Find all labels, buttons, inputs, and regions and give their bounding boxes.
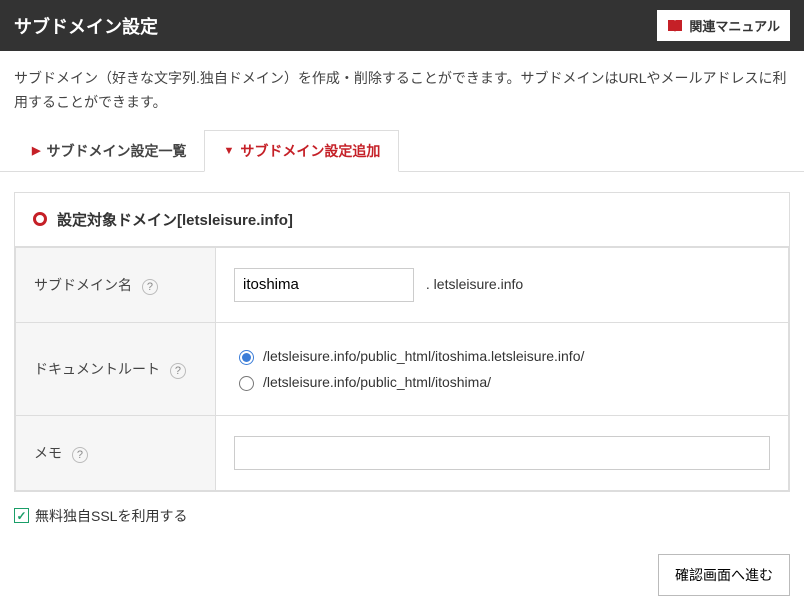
tab-label: サブドメイン設定一覧 [46, 141, 186, 161]
checkbox-checked-icon[interactable]: ✓ [14, 508, 29, 523]
docroot-option-text: /letsleisure.info/public_html/itoshima.l… [263, 348, 584, 364]
manual-button[interactable]: 関連マニュアル [657, 10, 790, 41]
tab-subdomain-list[interactable]: ▶ サブドメイン設定一覧 [14, 130, 204, 172]
bullet-icon [33, 212, 47, 226]
chevron-down-icon: ▼ [223, 145, 234, 157]
chevron-right-icon: ▶ [32, 144, 40, 157]
confirm-button[interactable]: 確認画面へ進む [658, 554, 790, 596]
description-text: サブドメイン（好きな文字列.独自ドメイン）を作成・削除することができます。サブド… [0, 51, 804, 129]
docroot-radio-1[interactable] [239, 350, 254, 365]
docroot-label: ドキュメントルート [34, 361, 160, 377]
docroot-option-2[interactable]: /letsleisure.info/public_html/itoshima/ [234, 369, 770, 395]
ssl-checkbox-row[interactable]: ✓ 無料独自SSLを利用する [14, 506, 790, 526]
book-icon [667, 19, 683, 33]
tabs: ▶ サブドメイン設定一覧 ▼ サブドメイン設定追加 [0, 129, 804, 172]
form-table: サブドメイン名 ? . letsleisure.info ドキュメントルート ?… [15, 247, 789, 491]
panel-heading: 設定対象ドメイン[letsleisure.info] [15, 193, 789, 247]
settings-panel: 設定対象ドメイン[letsleisure.info] サブドメイン名 ? . l… [14, 192, 790, 492]
help-icon[interactable]: ? [142, 279, 158, 295]
tab-label: サブドメイン設定追加 [240, 141, 380, 161]
docroot-option-text: /letsleisure.info/public_html/itoshima/ [263, 374, 491, 390]
panel-heading-domain: letsleisure.info [182, 212, 288, 229]
docroot-option-1[interactable]: /letsleisure.info/public_html/itoshima.l… [234, 343, 770, 369]
subdomain-label: サブドメイン名 [34, 277, 132, 293]
help-icon[interactable]: ? [170, 363, 186, 379]
domain-suffix: . letsleisure.info [426, 276, 523, 292]
docroot-radio-2[interactable] [239, 376, 254, 391]
help-icon[interactable]: ? [72, 447, 88, 463]
subdomain-input[interactable] [234, 268, 414, 302]
ssl-label: 無料独自SSLを利用する [35, 506, 187, 526]
panel-heading-prefix: 設定対象ドメイン [57, 212, 177, 229]
tab-subdomain-add[interactable]: ▼ サブドメイン設定追加 [204, 130, 399, 172]
memo-input[interactable] [234, 436, 770, 470]
memo-label: メモ [34, 445, 62, 461]
manual-button-label: 関連マニュアル [689, 16, 780, 35]
page-title: サブドメイン設定 [14, 13, 158, 39]
